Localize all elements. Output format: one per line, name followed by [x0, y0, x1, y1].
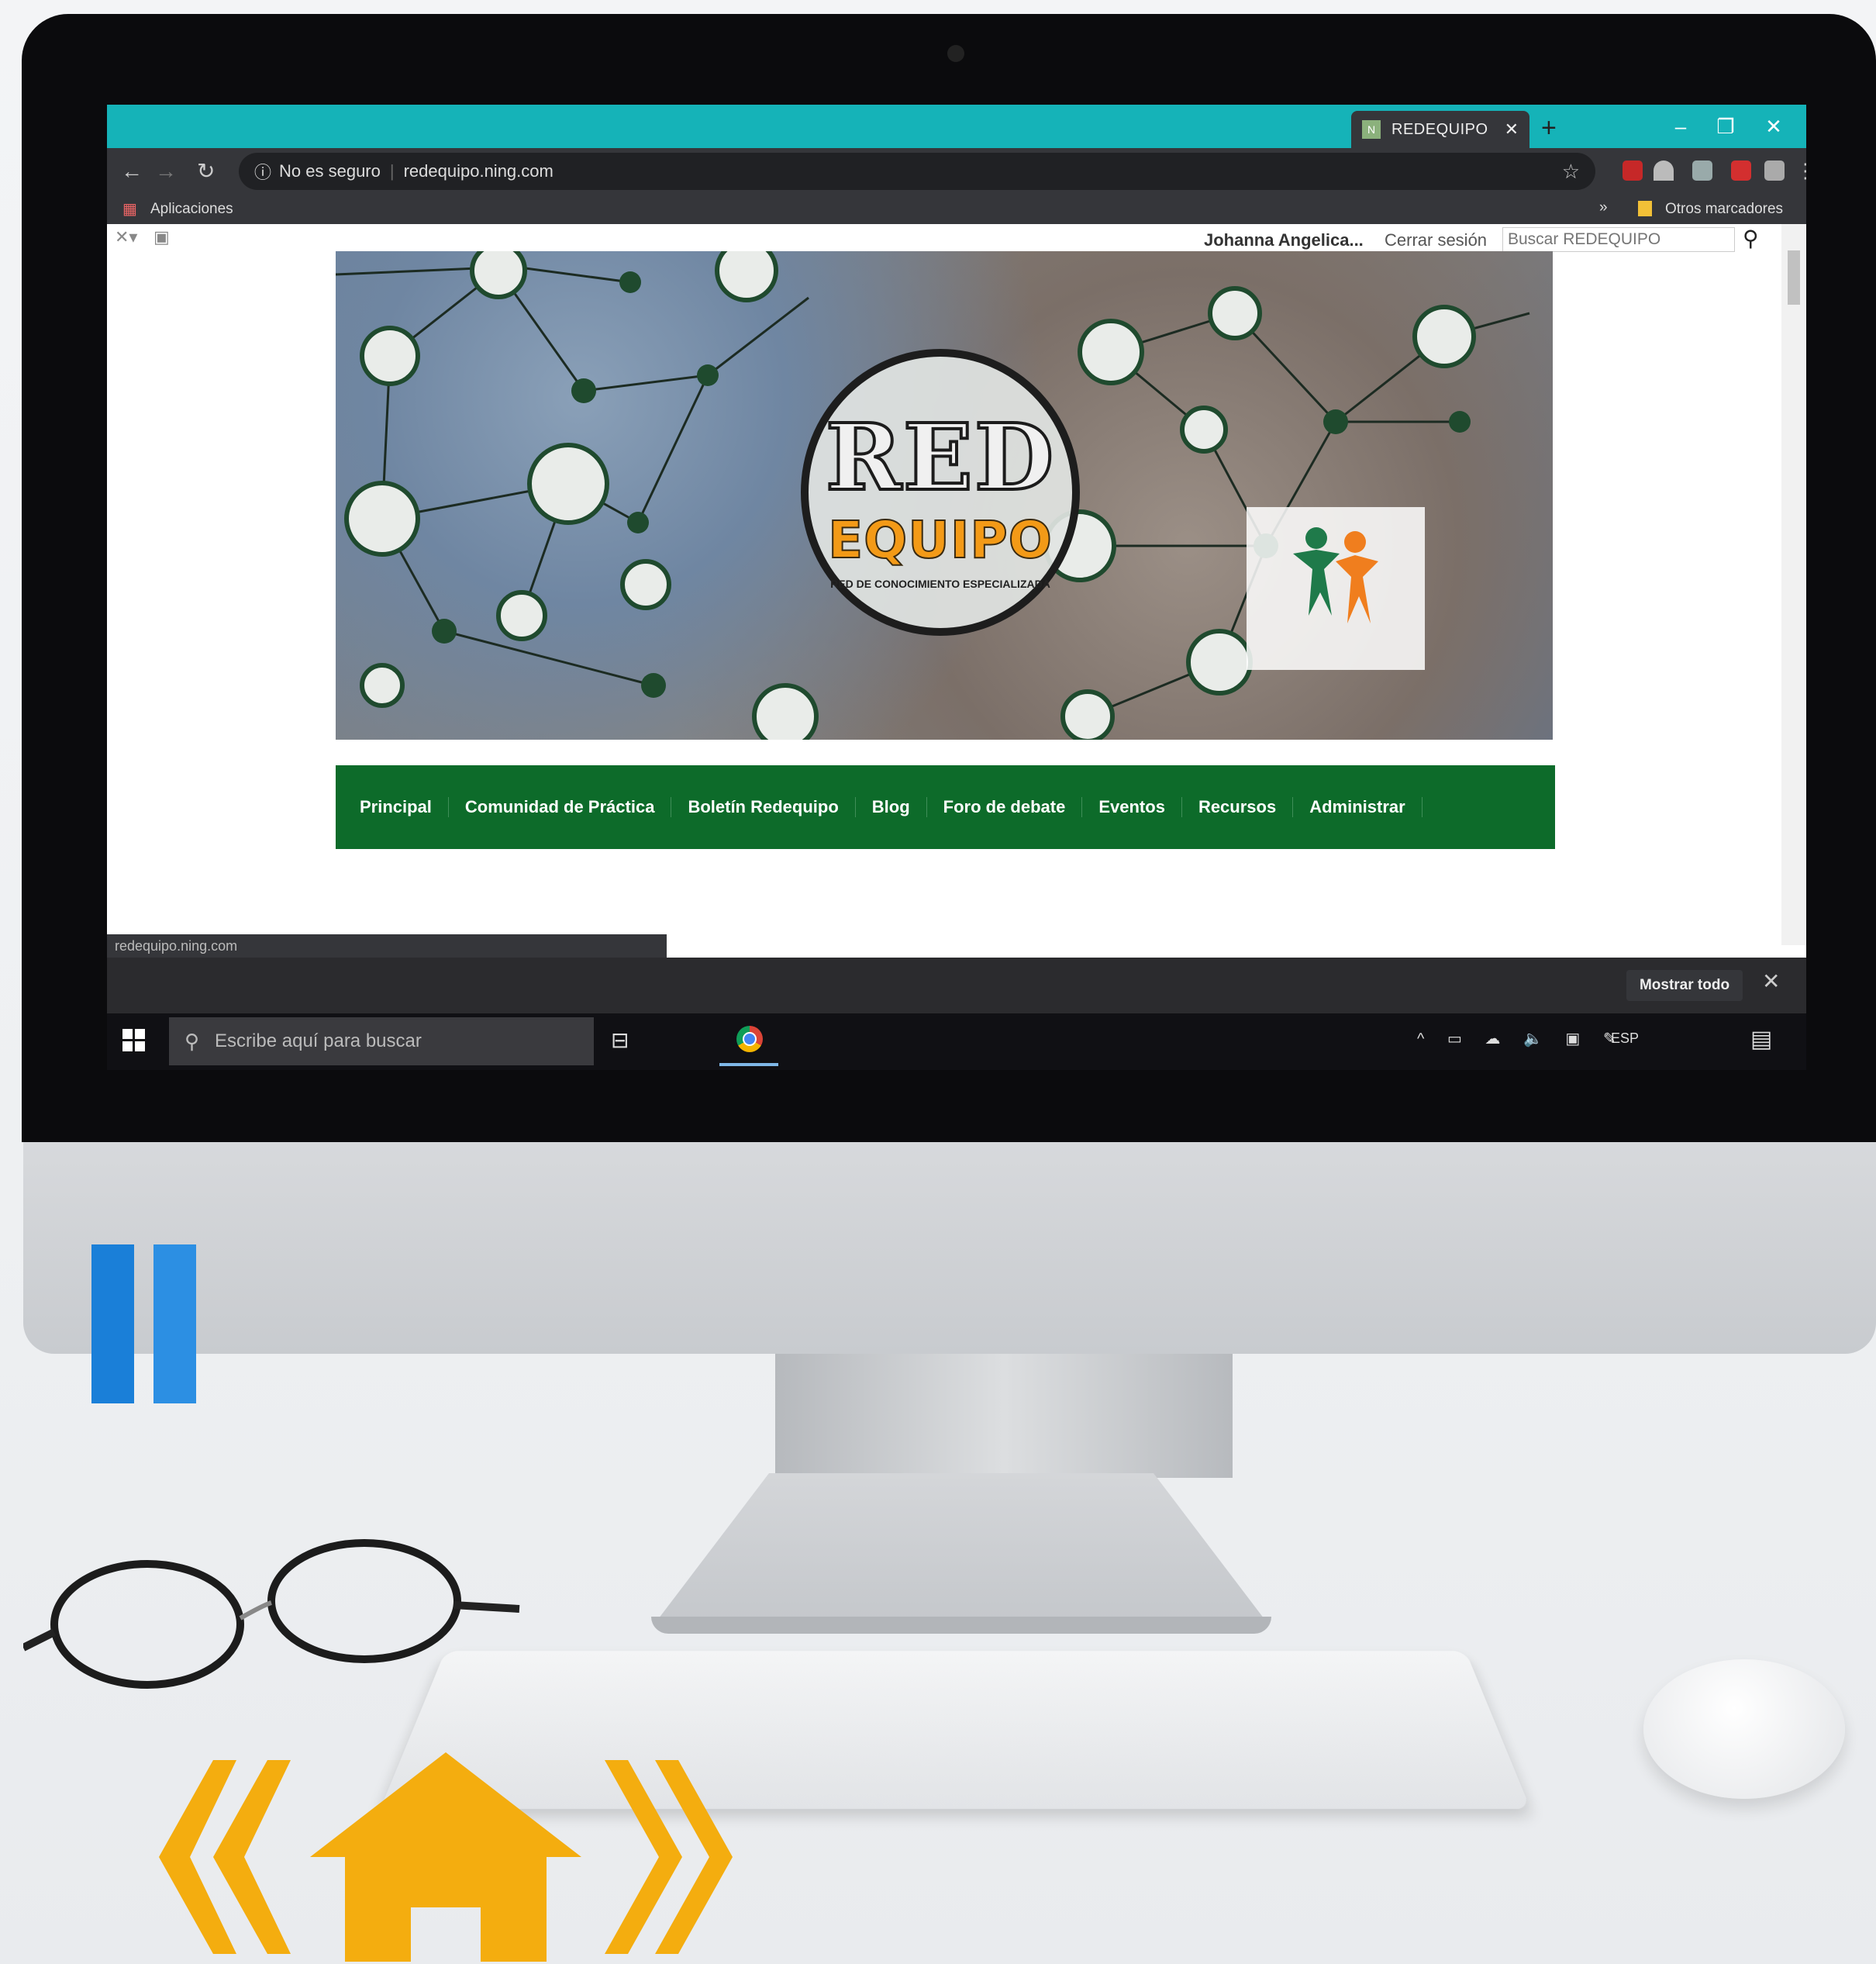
scrollbar-thumb[interactable]: [1788, 250, 1800, 305]
logo-red-text: RED: [824, 402, 1056, 513]
browser-tab[interactable]: N REDEQUIPO ✕: [1351, 111, 1529, 148]
menu-item-principal[interactable]: Principal: [343, 797, 449, 817]
menu-item-eventos[interactable]: Eventos: [1082, 797, 1182, 817]
bookmark-star-icon[interactable]: ☆: [1562, 160, 1580, 184]
extension-adblock-icon[interactable]: [1623, 161, 1643, 181]
task-view-icon[interactable]: ⊟: [611, 1027, 629, 1053]
bookmarks-bar: ▦ Aplicaciones » Otros marcadores: [107, 195, 1806, 224]
menu-item-recursos[interactable]: Recursos: [1182, 797, 1294, 817]
browser-toolbar: ← → ↻ ⓘ No es seguro | redequipo.ning.co…: [107, 148, 1806, 195]
user-name-link[interactable]: Johanna Angelica...: [1204, 230, 1364, 250]
monitor-camera: [947, 45, 964, 62]
security-label: No es seguro: [279, 161, 381, 181]
logo-subtitle: RED DE CONOCIMIENTO ESPECIALIZADA: [830, 578, 1050, 590]
monitor-chin: [23, 1142, 1876, 1354]
menu-item-administrar[interactable]: Administrar: [1293, 797, 1423, 817]
extension-drive-icon[interactable]: [1654, 161, 1674, 181]
forward-arrow-icon[interactable]: →: [155, 156, 177, 187]
restore-icon[interactable]: ❐: [1702, 109, 1749, 143]
windows-start-icon[interactable]: [122, 1029, 146, 1052]
back-arrow-icon[interactable]: ←: [121, 156, 143, 187]
menu-item-comunidad[interactable]: Comunidad de Práctica: [449, 797, 672, 817]
mouse: [1643, 1659, 1845, 1799]
info-icon[interactable]: ⓘ: [254, 159, 271, 184]
monitor-screen: N REDEQUIPO ✕ + – ❐ ✕ ← → ↻ ⓘ No es segu…: [107, 105, 1806, 1070]
logout-link[interactable]: Cerrar sesión: [1385, 230, 1487, 250]
monitor-stand-shadow: [651, 1617, 1271, 1634]
main-menu: Principal Comunidad de Práctica Boletín …: [336, 765, 1555, 849]
site-search-input[interactable]: [1502, 227, 1735, 252]
url-text: redequipo.ning.com: [403, 161, 553, 181]
apps-grid-icon[interactable]: ▦: [122, 199, 137, 219]
search-icon: ⚲: [184, 1029, 200, 1053]
windows-taskbar: ⚲ Escribe aquí para buscar ⊟ ^ ▭ ☁ 🔈 ▣ ✎…: [107, 1013, 1806, 1070]
web-page: ✕▾ ▣ Johanna Angelica... Cerrar sesión ⚲: [107, 224, 1806, 945]
downloads-close-icon[interactable]: ✕: [1762, 968, 1780, 994]
bookmark-other[interactable]: Otros marcadores: [1665, 201, 1783, 218]
double-chevron-left-icon[interactable]: [159, 1760, 291, 1954]
new-tab-icon[interactable]: +: [1541, 111, 1557, 145]
monitor-stand-base: [651, 1473, 1271, 1628]
ning-topbar: ✕▾ ▣ Johanna Angelica... Cerrar sesión ⚲: [107, 224, 1781, 255]
search-icon[interactable]: ⚲: [1743, 226, 1759, 251]
reload-icon[interactable]: ↻: [197, 156, 215, 187]
double-chevron-right-icon[interactable]: [605, 1760, 733, 1954]
layout-icon[interactable]: ▣: [153, 227, 170, 247]
taskbar-search-box[interactable]: ⚲ Escribe aquí para buscar: [169, 1017, 594, 1065]
decorative-blue-bar: [91, 1244, 134, 1403]
folder-icon: [1638, 201, 1652, 216]
chrome-icon: [736, 1026, 763, 1052]
home-icon[interactable]: [310, 1752, 581, 1962]
chrome-taskbar-button[interactable]: [719, 1017, 778, 1066]
tab-favicon-icon: N: [1362, 120, 1381, 139]
page-scrollbar[interactable]: [1781, 224, 1806, 945]
bookmarks-more-icon[interactable]: »: [1599, 199, 1608, 216]
minimize-icon[interactable]: –: [1657, 109, 1704, 143]
eyeglasses: [23, 1539, 520, 1689]
extension-skype-icon[interactable]: [1692, 161, 1712, 181]
menu-item-boletin[interactable]: Boletín Redequipo: [671, 797, 856, 817]
bookmark-apps[interactable]: Aplicaciones: [150, 201, 233, 218]
address-separator: |: [389, 161, 395, 181]
extension-pdf-icon[interactable]: [1731, 161, 1751, 181]
status-bar-url: redequipo.ning.com: [107, 934, 667, 958]
header-banner: RED EQUIPO RED DE CONOCIMIENTO ESPECIALI…: [336, 251, 1553, 740]
monitor-stand: [775, 1354, 1233, 1478]
extension-document-icon[interactable]: [1764, 161, 1785, 181]
taskbar-search-placeholder: Escribe aquí para buscar: [215, 1030, 422, 1051]
show-all-button[interactable]: Mostrar todo: [1626, 970, 1743, 1001]
menu-kebab-icon[interactable]: ⋮: [1795, 159, 1806, 183]
address-bar[interactable]: ⓘ No es seguro | redequipo.ning.com ☆: [239, 153, 1595, 190]
downloads-bar: Mostrar todo ✕: [107, 958, 1806, 1013]
system-tray-icons[interactable]: ^ ▭ ☁ 🔈 ▣ ✎: [1417, 1029, 1626, 1048]
menu-item-blog[interactable]: Blog: [856, 797, 927, 817]
decorative-blue-bar: [153, 1244, 196, 1403]
foundation-logo: [1247, 507, 1425, 670]
tab-title: REDEQUIPO: [1391, 120, 1488, 138]
tools-icon[interactable]: ✕▾: [115, 227, 137, 247]
home-navigation: [159, 1752, 733, 1962]
notifications-icon[interactable]: ▤: [1750, 1026, 1772, 1053]
language-indicator[interactable]: ESP: [1611, 1030, 1639, 1047]
browser-tabstrip: N REDEQUIPO ✕ + – ❐ ✕: [107, 105, 1806, 148]
close-window-icon[interactable]: ✕: [1750, 109, 1797, 143]
tab-close-icon[interactable]: ✕: [1505, 119, 1519, 140]
redequipo-logo: RED EQUIPO RED DE CONOCIMIENTO ESPECIALI…: [801, 349, 1080, 636]
menu-item-foro[interactable]: Foro de debate: [927, 797, 1083, 817]
logo-equipo-text: EQUIPO: [827, 509, 1053, 571]
